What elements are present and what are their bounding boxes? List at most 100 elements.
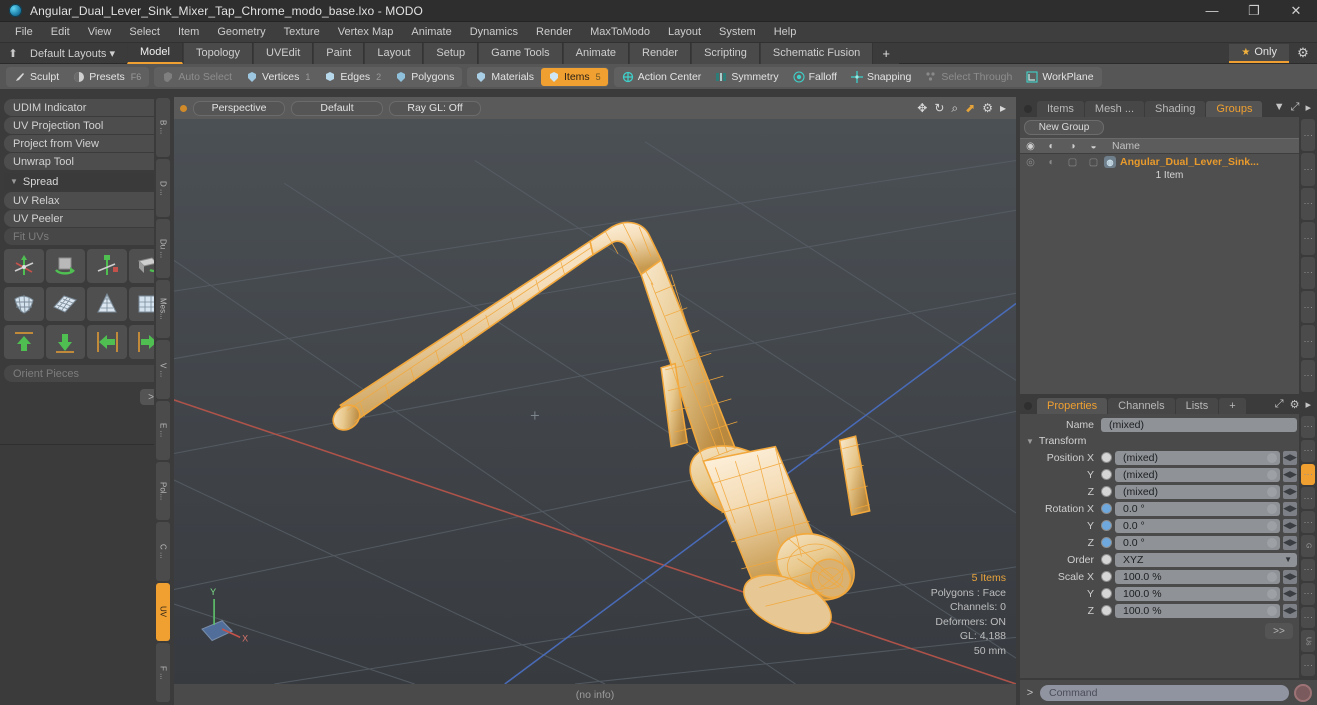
- tab-channels[interactable]: Channels: [1108, 398, 1175, 414]
- mode-presets-button[interactable]: Presets F6: [66, 68, 148, 86]
- uv-scale-icon[interactable]: [87, 249, 127, 283]
- menu-item-render[interactable]: Render: [527, 23, 581, 41]
- left-vtab-3[interactable]: Mes...: [156, 279, 170, 339]
- channel-radio[interactable]: [1101, 571, 1112, 582]
- tool-uv-projection-tool[interactable]: UV Projection Tool: [4, 117, 168, 134]
- transform-value-field[interactable]: 0.0 °: [1115, 518, 1280, 533]
- value-stepper[interactable]: ◀▶: [1283, 450, 1297, 465]
- raygl-button[interactable]: Ray GL: Off: [389, 100, 481, 116]
- uv-move-icon[interactable]: [4, 249, 44, 283]
- channel-radio[interactable]: [1101, 588, 1112, 599]
- tab-mesh-[interactable]: Mesh ...: [1084, 101, 1145, 117]
- menu-item-system[interactable]: System: [710, 23, 765, 41]
- zoom-icon[interactable]: ⌕: [951, 102, 958, 114]
- menu-item-geometry[interactable]: Geometry: [208, 23, 274, 41]
- layout-tab-scripting[interactable]: Scripting: [691, 42, 760, 64]
- spread-section[interactable]: ▼ Spread: [4, 173, 168, 190]
- grpStrip-seg-4[interactable]: ⋮: [1301, 256, 1315, 289]
- lock-icon[interactable]: ◑: [1062, 141, 1083, 152]
- mode-select-through-button[interactable]: Select Through: [918, 68, 1019, 86]
- grpStrip-seg-2[interactable]: ⋮: [1301, 187, 1315, 221]
- transform-value-field[interactable]: 100.0 %: [1115, 603, 1280, 618]
- menu-item-edit[interactable]: Edit: [42, 23, 79, 41]
- layout-tab-topology[interactable]: Topology: [182, 42, 254, 64]
- mode-items-button[interactable]: Items 5: [541, 67, 608, 86]
- gear-icon[interactable]: ⚙: [1290, 398, 1300, 411]
- transform-value-field[interactable]: XYZ ▼: [1115, 552, 1297, 567]
- left-vtab-4[interactable]: V ...: [156, 340, 170, 399]
- channel-radio[interactable]: [1101, 452, 1112, 463]
- layout-tab-setup[interactable]: Setup: [423, 42, 479, 64]
- row-lock-icon[interactable]: ▢: [1062, 157, 1083, 168]
- left-vtab-2[interactable]: Du ...: [156, 219, 170, 278]
- uv-grid-icon[interactable]: [45, 287, 85, 321]
- mode-edges-button[interactable]: Edges 2: [317, 68, 388, 86]
- layout-tab-model[interactable]: Model: [127, 42, 183, 64]
- render-icon[interactable]: ◒: [1083, 141, 1104, 152]
- uv-down-icon[interactable]: [45, 325, 85, 359]
- transform-value-field[interactable]: (mixed): [1115, 484, 1280, 499]
- channel-radio[interactable]: [1101, 554, 1112, 565]
- maximize-button[interactable]: ❐: [1233, 0, 1275, 22]
- command-input[interactable]: Command: [1040, 684, 1289, 701]
- uv-cone-icon[interactable]: [87, 287, 127, 321]
- shade-icon[interactable]: ◐: [1041, 141, 1062, 152]
- move-icon[interactable]: ✥: [917, 102, 927, 114]
- expand-icon[interactable]: ⤢: [1291, 101, 1300, 114]
- left-vtab-7[interactable]: C ...: [156, 522, 170, 581]
- transform-value-field[interactable]: 0.0 °: [1115, 501, 1280, 516]
- channel-radio[interactable]: [1101, 503, 1112, 514]
- record-icon[interactable]: [1294, 683, 1312, 702]
- layout-tab-paint[interactable]: Paint: [313, 42, 365, 64]
- value-stepper[interactable]: ◀▶: [1283, 501, 1297, 516]
- arrow-right-icon[interactable]: ▸: [1305, 101, 1311, 114]
- new-group-button[interactable]: New Group: [1024, 120, 1104, 135]
- transform-value-field[interactable]: 100.0 %: [1115, 586, 1280, 601]
- menu-item-file[interactable]: File: [6, 23, 42, 41]
- mode-materials-button[interactable]: Materials: [468, 68, 541, 86]
- chevron-down-icon[interactable]: ▼: [1284, 555, 1294, 564]
- layout-tab-render[interactable]: Render: [629, 42, 692, 64]
- value-stepper[interactable]: ◀▶: [1283, 603, 1297, 618]
- left-vtab-8[interactable]: UV: [156, 582, 170, 642]
- tool-uv-peeler[interactable]: UV Peeler: [4, 210, 168, 227]
- grpStrip-seg-1[interactable]: ⋮: [1301, 153, 1315, 186]
- menu-item-dynamics[interactable]: Dynamics: [461, 23, 527, 41]
- propStrip-seg-2[interactable]: ⋮: [1301, 463, 1315, 486]
- viewport-gear-icon[interactable]: ⚙: [982, 102, 993, 114]
- menu-item-item[interactable]: Item: [169, 23, 208, 41]
- 3d-viewport[interactable]: Y X 5 Items Polygons : Face Channels: 0 …: [174, 119, 1016, 684]
- fit-icon[interactable]: ⬈: [965, 102, 975, 114]
- row-shade-icon[interactable]: ◐: [1041, 157, 1062, 168]
- menu-item-select[interactable]: Select: [120, 23, 169, 41]
- left-vtab-1[interactable]: D ...: [156, 158, 170, 218]
- value-stepper[interactable]: ◀▶: [1283, 518, 1297, 533]
- mode-snapping-button[interactable]: Snapping: [844, 68, 918, 86]
- value-stepper[interactable]: ◀▶: [1283, 467, 1297, 482]
- home-layout-icon[interactable]: ⬆: [0, 47, 26, 60]
- table-row[interactable]: ◎ ◐ ▢ ▢ ◍ Angular_Dual_Lever_Sink...: [1020, 154, 1299, 170]
- uv-rotate-icon[interactable]: [45, 249, 85, 283]
- transform-value-field[interactable]: 0.0 °: [1115, 535, 1280, 550]
- uv-up-icon[interactable]: [4, 325, 44, 359]
- channel-radio[interactable]: [1101, 605, 1112, 616]
- channel-radio[interactable]: [1101, 469, 1112, 480]
- mode-vertices-button[interactable]: Vertices 1: [239, 68, 317, 86]
- propStrip-seg-6[interactable]: ⋮: [1301, 558, 1315, 581]
- mode-workplane-button[interactable]: WorkPlane: [1019, 68, 1100, 86]
- propStrip-seg-4[interactable]: ⋮: [1301, 511, 1315, 534]
- viewport-arrow-icon[interactable]: ▸: [1000, 102, 1006, 114]
- value-stepper[interactable]: ◀▶: [1283, 535, 1297, 550]
- mode-action-center-button[interactable]: Action Center: [615, 68, 709, 86]
- menu-item-vertex-map[interactable]: Vertex Map: [329, 23, 403, 41]
- eye-icon[interactable]: ◉: [1020, 141, 1041, 152]
- row-render-icon[interactable]: ▢: [1083, 157, 1104, 168]
- grpStrip-seg-7[interactable]: ⋮: [1301, 359, 1315, 392]
- transform-value-field[interactable]: (mixed): [1115, 450, 1280, 465]
- tab-groups[interactable]: Groups: [1206, 101, 1263, 117]
- propStrip-seg-5[interactable]: G: [1301, 535, 1315, 557]
- propStrip-seg-3[interactable]: ⋮: [1301, 487, 1315, 510]
- propStrip-seg-1[interactable]: ⋮: [1301, 439, 1315, 462]
- mode-falloff-button[interactable]: Falloff: [786, 68, 844, 86]
- minimize-button[interactable]: —: [1191, 0, 1233, 22]
